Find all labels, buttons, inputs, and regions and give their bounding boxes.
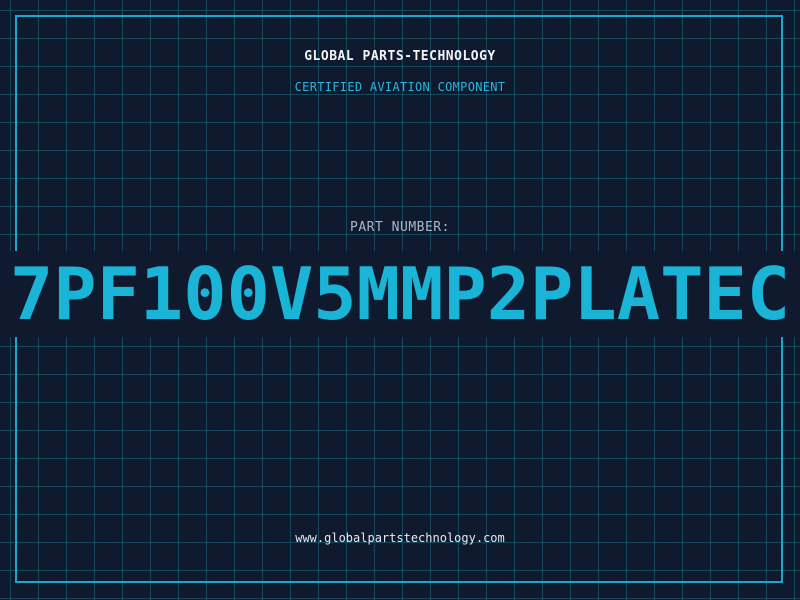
- part-number-band: 7PF100V5MMP2PLATEC: [0, 251, 800, 337]
- part-number-label: PART NUMBER:: [350, 220, 450, 235]
- part-number-value: 7PF100V5MMP2PLATEC: [9, 252, 791, 336]
- brand-title: GLOBAL PARTS-TECHNOLOGY: [304, 49, 496, 64]
- website-url[interactable]: www.globalpartstechnology.com: [0, 531, 800, 545]
- certification-subtitle: CERTIFIED AVIATION COMPONENT: [294, 80, 506, 94]
